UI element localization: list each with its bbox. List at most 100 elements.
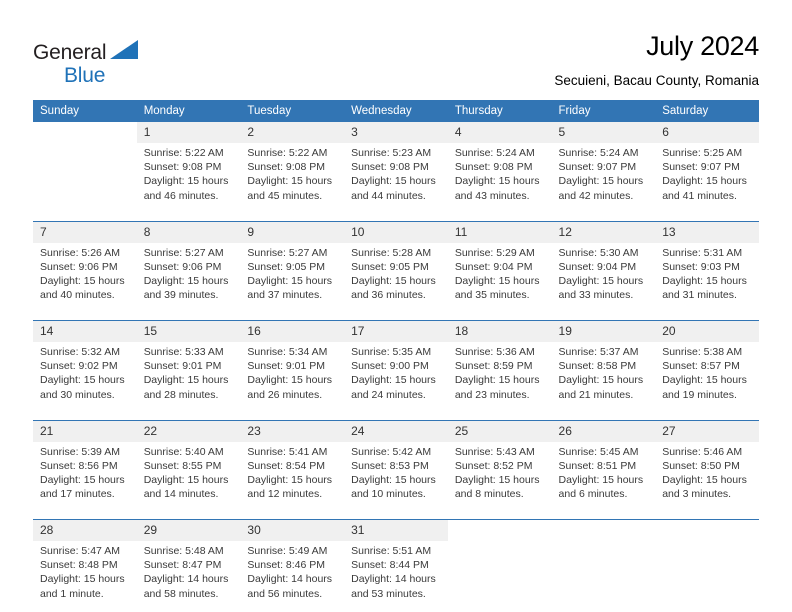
daylight-duration-line1: Daylight: 15 hours [454,175,540,188]
day-cell[interactable]: Sunrise: 5:29 AM Sunset: 9:04 PM Daylight:… [448,243,552,311]
day-cell[interactable]: Sunrise: 5:34 AM Sunset: 9:01 PM Daylight:… [240,342,344,410]
day-cell[interactable]: Sunrise: 5:25 AM Sunset: 9:07 PM Daylight:… [655,143,759,211]
day-details: Sunrise: 5:41 AM Sunset: 8:54 PM Daylight:… [240,442,344,510]
day-number[interactable]: 10 [344,221,448,243]
week-spacer-cell [344,410,448,420]
sunrise-time: Sunrise: 5:38 AM [662,346,743,358]
sunset-time: Sunset: 9:08 PM [351,161,429,174]
day-number[interactable]: 18 [447,321,552,342]
day-number[interactable]: 26 [551,420,656,442]
day-number[interactable]: 13 [655,221,759,243]
daylight-duration-line2: and 12 minutes. [247,488,323,501]
day-cell[interactable]: Sunrise: 5:49 AM Sunset: 8:46 PM Daylight:… [240,541,344,609]
day-number[interactable]: 20 [655,321,759,342]
daylight-duration-line1: Daylight: 15 hours [558,274,644,287]
day-cell[interactable]: Sunrise: 5:24 AM Sunset: 9:07 PM Daylight:… [552,143,656,211]
daylight-duration-line2: and 30 minutes. [40,388,115,401]
day-cell[interactable]: Sunrise: 5:27 AM Sunset: 9:05 PM Daylight:… [240,243,344,311]
day-number[interactable]: 29 [136,520,241,541]
daylight-duration-line2: and 14 minutes. [143,488,219,501]
day-cell[interactable]: Sunrise: 5:30 AM Sunset: 9:04 PM Daylight:… [552,243,656,311]
week-spacer-cell [344,211,448,221]
day-cell[interactable]: Sunrise: 5:47 AM Sunset: 8:48 PM Daylight:… [33,541,137,609]
daylight-duration-line1: Daylight: 15 hours [662,175,747,188]
sunrise-time: Sunrise: 5:32 AM [40,346,120,358]
day-cell[interactable]: Sunrise: 5:46 AM Sunset: 8:50 PM Daylight:… [655,442,759,510]
day-cell[interactable]: Sunrise: 5:39 AM Sunset: 8:56 PM Daylight:… [33,442,137,510]
sunset-time: Sunset: 9:04 PM [558,260,637,273]
day-cell[interactable]: Sunrise: 5:37 AM Sunset: 8:58 PM Daylight:… [552,342,656,410]
day-number[interactable]: 23 [240,420,345,442]
day-cell-header: 6 [655,122,759,143]
day-number[interactable]: 15 [136,321,241,342]
sunset-time: Sunset: 8:47 PM [143,559,222,572]
sunset-time: Sunset: 8:59 PM [454,360,533,373]
day-cell-empty [552,541,656,609]
day-cell[interactable]: Sunrise: 5:24 AM Sunset: 9:08 PM Daylight:… [448,143,552,211]
day-number[interactable]: 28 [33,520,137,541]
day-number[interactable]: 21 [33,420,137,442]
day-cell[interactable]: Sunrise: 5:31 AM Sunset: 9:03 PM Daylight:… [655,243,759,311]
day-cell[interactable]: Sunrise: 5:35 AM Sunset: 9:00 PM Daylight:… [344,342,448,410]
day-cell[interactable]: Sunrise: 5:48 AM Sunset: 8:47 PM Daylight:… [137,541,241,609]
day-cell-header: 18 [447,320,552,342]
day-number[interactable]: 8 [136,221,241,243]
day-number[interactable]: 4 [447,122,552,143]
day-number[interactable]: 14 [33,321,137,342]
day-cell[interactable]: Sunrise: 5:43 AM Sunset: 8:52 PM Daylight:… [448,442,552,510]
day-cell[interactable]: Sunrise: 5:32 AM Sunset: 9:02 PM Daylight:… [33,342,137,410]
day-number[interactable]: 9 [240,221,345,243]
day-cell[interactable]: Sunrise: 5:26 AM Sunset: 9:06 PM Daylight:… [33,243,137,311]
daylight-duration-line1: Daylight: 15 hours [351,473,436,486]
day-number[interactable]: 6 [655,122,759,143]
day-cell[interactable]: Sunrise: 5:28 AM Sunset: 9:05 PM Daylight:… [344,243,448,311]
day-cell[interactable]: Sunrise: 5:22 AM Sunset: 9:08 PM Daylight:… [240,143,344,211]
day-number[interactable]: 12 [551,221,656,243]
day-number[interactable]: 11 [447,221,552,243]
day-cell[interactable]: Sunrise: 5:27 AM Sunset: 9:06 PM Daylight:… [137,243,241,311]
day-number[interactable]: 3 [344,122,448,143]
day-number[interactable]: 7 [33,221,137,243]
day-cell[interactable]: Sunrise: 5:42 AM Sunset: 8:53 PM Daylight:… [344,442,448,510]
sunset-time: Sunset: 9:04 PM [454,260,533,273]
day-cell[interactable]: Sunrise: 5:40 AM Sunset: 8:55 PM Daylight:… [137,442,241,510]
daylight-duration-line1: Daylight: 15 hours [558,473,644,486]
day-cell[interactable]: Sunrise: 5:22 AM Sunset: 9:08 PM Daylight:… [137,143,241,211]
sunset-time: Sunset: 8:57 PM [662,360,740,373]
day-number[interactable]: 31 [344,520,448,541]
day-cell[interactable]: Sunrise: 5:41 AM Sunset: 8:54 PM Daylight:… [240,442,344,510]
day-details: Sunrise: 5:35 AM Sunset: 9:00 PM Daylight:… [344,342,448,410]
weekday-header-saturday: Saturday [655,100,759,122]
week-spacer-row [33,310,759,321]
day-cell[interactable]: Sunrise: 5:51 AM Sunset: 8:44 PM Daylight:… [344,541,448,609]
day-cell[interactable]: Sunrise: 5:23 AM Sunset: 9:08 PM Daylight:… [344,143,448,211]
sunrise-time: Sunrise: 5:36 AM [454,346,535,358]
day-number[interactable]: 16 [240,321,345,342]
day-number[interactable]: 30 [240,520,345,541]
day-cell-empty [448,541,552,609]
day-number[interactable]: 19 [551,321,656,342]
day-number[interactable]: 25 [447,420,552,442]
sunset-time: Sunset: 9:01 PM [247,360,326,373]
daylight-duration-line1: Daylight: 15 hours [247,274,333,287]
daylight-duration-line1: Daylight: 15 hours [662,374,747,387]
day-cell[interactable]: Sunrise: 5:36 AM Sunset: 8:59 PM Daylight:… [448,342,552,410]
day-number[interactable]: 24 [344,420,448,442]
sunset-time: Sunset: 8:44 PM [351,559,429,572]
week-spacer-cell [240,509,345,520]
day-cell[interactable]: Sunrise: 5:33 AM Sunset: 9:01 PM Daylight:… [137,342,241,410]
day-number[interactable]: 2 [240,122,345,143]
daylight-duration-line1: Daylight: 15 hours [143,175,229,188]
day-number[interactable]: 1 [136,122,241,143]
daylight-duration-line1: Daylight: 15 hours [558,374,644,387]
day-number[interactable]: 27 [655,420,759,442]
daylight-duration-line1: Daylight: 15 hours [351,274,436,287]
day-cell-empty [33,143,137,211]
day-number[interactable]: 22 [136,420,241,442]
daylight-duration-line1: Daylight: 15 hours [351,175,436,188]
day-cell[interactable]: Sunrise: 5:45 AM Sunset: 8:51 PM Daylight:… [552,442,656,510]
daylight-duration-line1: Daylight: 15 hours [143,473,229,486]
day-number[interactable]: 5 [551,122,656,143]
day-number[interactable]: 17 [344,321,448,342]
day-cell[interactable]: Sunrise: 5:38 AM Sunset: 8:57 PM Daylight:… [655,342,759,410]
